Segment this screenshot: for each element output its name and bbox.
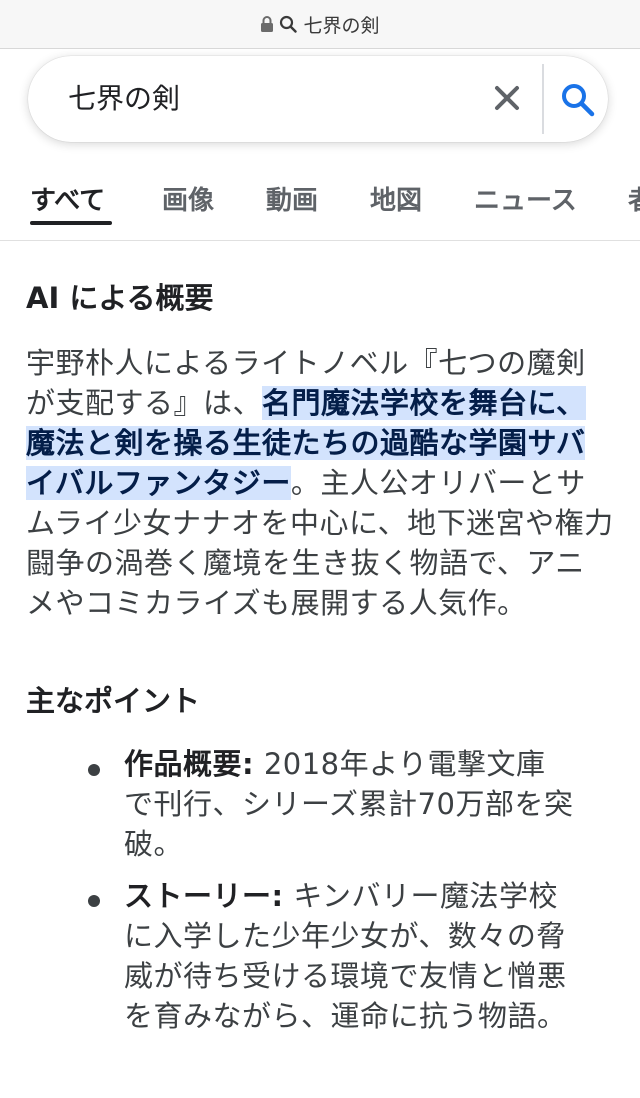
tab-maps[interactable]: 地図 [370,180,422,217]
search-icon [279,15,298,33]
list-item-label: ストーリー: [124,879,284,913]
tabs-divider [0,240,640,241]
active-tab-indicator [30,221,112,225]
ai-overview-heading: AI による概要 [26,281,214,315]
search-icon [562,84,595,117]
search-tabs: すべて 画像 動画 地図 ニュース 者 [0,168,640,228]
tab-videos[interactable]: 動画 [266,180,318,217]
tab-more[interactable]: 者 [628,180,640,217]
list-item: ストーリー: キンバリー魔法学校に入学した少年少女が、数々の脅威が待ち受ける環境… [124,876,574,1036]
list-item: 作品概要: 2018年より電撃文庫で刊行、シリーズ累計70万部を突破。 [124,744,574,864]
main-points-heading: 主なポイント [26,684,201,718]
search-box[interactable]: 七界の剣 [28,56,608,142]
bullet-icon [88,764,100,776]
lock-icon [260,15,274,33]
url-bar[interactable]: 七界の剣 [0,0,640,49]
tab-images[interactable]: 画像 [162,180,214,217]
search-divider [542,64,544,134]
tab-all[interactable]: すべて [30,180,105,217]
close-icon [495,86,519,110]
url-text: 七界の剣 [303,14,380,37]
tab-news[interactable]: ニュース [474,180,577,217]
bullet-icon [88,895,100,907]
search-button[interactable] [558,80,598,120]
clear-search-button[interactable] [490,80,524,116]
search-input[interactable]: 七界の剣 [68,76,448,122]
list-item-label: 作品概要: [124,747,255,781]
ai-overview-summary: 宇野朴人によるライトノベル『七つの魔剣が支配する』は、名門魔法学校を舞台に、魔法… [26,343,614,623]
